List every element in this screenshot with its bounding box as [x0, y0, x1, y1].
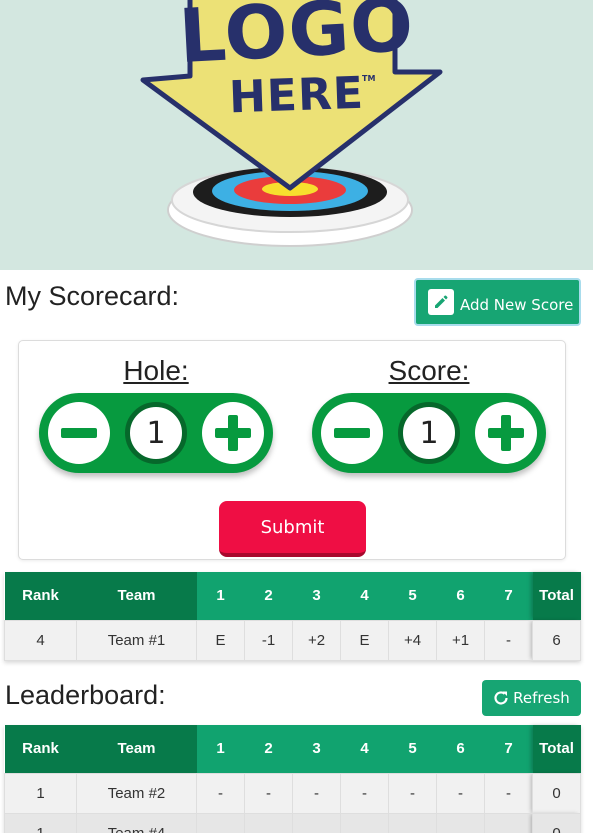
- my-scorecard-table: Rank Team 1 2 3 4 5 6 7 Total 4 Team #1 …: [4, 572, 581, 661]
- hole-stepper: 1: [39, 393, 273, 473]
- score-label: Score:: [388, 355, 470, 386]
- table-cell: -: [292, 772, 341, 814]
- table-cell: -: [484, 812, 533, 833]
- score-decrement-button[interactable]: [321, 402, 383, 464]
- column-header: Rank: [4, 572, 77, 620]
- column-header: Rank: [4, 725, 77, 773]
- table-cell: -: [388, 772, 437, 814]
- table-cell: -: [292, 812, 341, 833]
- table-cell: -: [196, 812, 245, 833]
- score-increment-button[interactable]: [475, 402, 537, 464]
- column-header: 6: [436, 725, 485, 773]
- column-header: 4: [340, 572, 389, 620]
- column-header: 6: [436, 572, 485, 620]
- table-cell: -: [244, 772, 293, 814]
- table-cell: +1: [436, 619, 485, 661]
- table-cell: 0: [532, 772, 581, 814]
- add-new-score-label: Add New Score: [460, 296, 574, 314]
- minus-icon: [61, 428, 97, 438]
- table-cell: -: [340, 772, 389, 814]
- table-cell: Team #4: [76, 812, 197, 833]
- hole-value: 1: [125, 402, 187, 464]
- plus-icon: [215, 415, 251, 451]
- table-cell: +2: [292, 619, 341, 661]
- trademark-mark: TM: [362, 74, 376, 83]
- column-header: 7: [484, 572, 533, 620]
- table-cell: 4: [4, 619, 77, 661]
- column-header: 1: [196, 725, 245, 773]
- hole-increment-button[interactable]: [202, 402, 264, 464]
- leaderboard-table: Rank Team 1 2 3 4 5 6 7 Total 1 Team #2 …: [4, 725, 581, 833]
- add-new-score-button[interactable]: Add New Score: [414, 278, 581, 326]
- score-value: 1: [398, 402, 460, 464]
- hole-label: Hole:: [123, 355, 189, 386]
- logo-banner: LOGO HERE TM: [0, 0, 593, 270]
- table-cell: +4: [388, 619, 437, 661]
- table-cell: Team #2: [76, 772, 197, 814]
- table-cell: E: [340, 619, 389, 661]
- table-cell: Team #1: [76, 619, 197, 661]
- table-row: 1 Team #2 - - - - - - - 0: [4, 772, 581, 814]
- table-cell: 1: [4, 772, 77, 814]
- column-header: 5: [388, 572, 437, 620]
- column-header: Team: [76, 725, 197, 773]
- score-entry-card: Hole: Score: 1 1 Submit: [18, 340, 566, 560]
- table-cell: -: [196, 772, 245, 814]
- score-stepper: 1: [312, 393, 546, 473]
- table-cell: -: [484, 772, 533, 814]
- column-header: 2: [244, 572, 293, 620]
- column-header: 5: [388, 725, 437, 773]
- minus-icon: [334, 428, 370, 438]
- column-header: 3: [292, 725, 341, 773]
- table-cell: 6: [532, 619, 581, 661]
- table-cell: -: [436, 812, 485, 833]
- column-header: 3: [292, 572, 341, 620]
- table-header-row: Rank Team 1 2 3 4 5 6 7 Total: [4, 725, 581, 773]
- leaderboard-title: Leaderboard:: [5, 680, 166, 710]
- column-header: Total: [532, 725, 581, 773]
- table-cell: -: [244, 812, 293, 833]
- table-cell: 0: [532, 812, 581, 833]
- table-cell: 1: [4, 812, 77, 833]
- table-cell: -1: [244, 619, 293, 661]
- table-header-row: Rank Team 1 2 3 4 5 6 7 Total: [4, 572, 581, 620]
- refresh-label: Refresh: [513, 689, 570, 707]
- table-cell: -: [436, 772, 485, 814]
- column-header: Total: [532, 572, 581, 620]
- column-header: Team: [76, 572, 197, 620]
- hole-decrement-button[interactable]: [48, 402, 110, 464]
- refresh-icon: [493, 690, 509, 706]
- plus-icon: [488, 415, 524, 451]
- table-cell: -: [340, 812, 389, 833]
- submit-button[interactable]: Submit: [219, 501, 366, 557]
- table-row: 4 Team #1 E -1 +2 E +4 +1 - 6: [4, 619, 581, 661]
- pencil-icon: [428, 289, 454, 315]
- table-row: 1 Team #4 - - - - - - - 0: [4, 812, 581, 833]
- column-header: 1: [196, 572, 245, 620]
- column-header: 4: [340, 725, 389, 773]
- table-cell: -: [484, 619, 533, 661]
- table-cell: -: [388, 812, 437, 833]
- scorecard-title: My Scorecard:: [5, 281, 180, 311]
- refresh-button[interactable]: Refresh: [482, 680, 581, 716]
- column-header: 7: [484, 725, 533, 773]
- column-header: 2: [244, 725, 293, 773]
- table-cell: E: [196, 619, 245, 661]
